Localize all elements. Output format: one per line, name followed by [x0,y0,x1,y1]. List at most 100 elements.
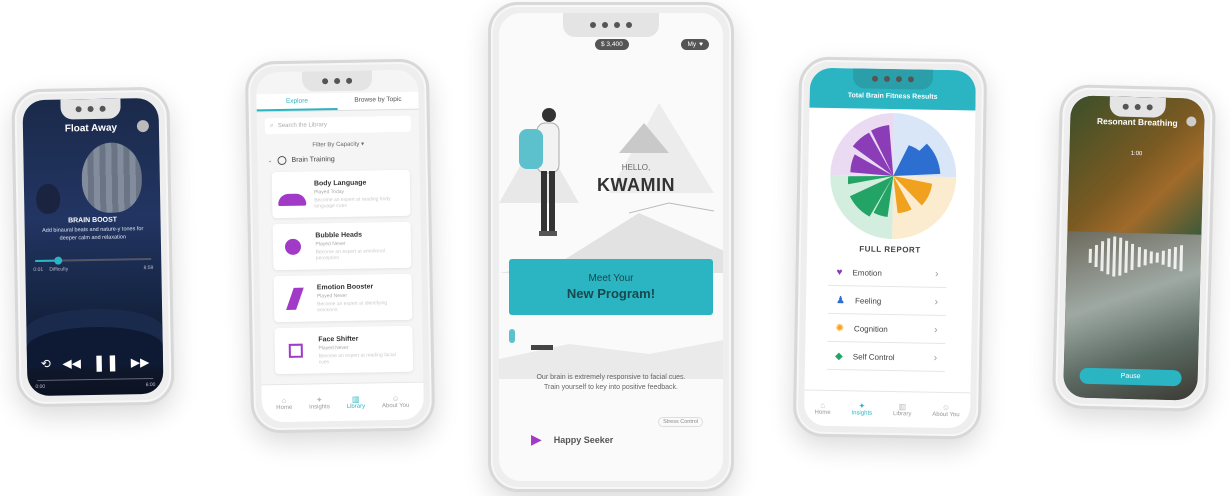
emotion-booster-icon [285,287,304,310]
difficulty-label: Difficulty [49,266,69,273]
program-description: Our brain is extremely responsive to fac… [536,374,686,391]
play-icon[interactable]: ▶ [531,431,542,448]
home-icon: ⌂ [820,400,826,410]
pause-icon[interactable]: ❚❚ [92,353,119,373]
phone-library: Explore Browse by Topic ⌕ Search the Lib… [244,58,436,434]
breath-bar [1106,238,1111,275]
phone-home: $ 3,400 My ♥ HELLO, KWAMIN Meet Your New … [488,2,734,492]
brain-fitness-chart [830,113,957,240]
feeling-icon: ♟ [835,295,846,307]
nav-label: Home [814,409,831,416]
progress-knob[interactable] [54,256,63,265]
item-desc: Become an expert at reading facial cues [318,351,396,365]
cta-line1: Meet Your [588,273,634,284]
headline: BRAIN BOOST [67,216,118,225]
phone-results: Total Brain Fitness Results FULL REPORT … [792,56,988,440]
breath-bar [1179,245,1184,272]
item-desc: Become an expert at reading body languag… [314,195,391,209]
balance-badge[interactable]: $ 3,400 [595,39,629,50]
row-label: Cognition [853,324,888,334]
progress-track[interactable] [35,256,152,265]
search-placeholder: Search the Library [277,122,327,130]
search-icon: ⌕ [269,122,274,130]
pause-button[interactable]: Pause [1079,367,1182,387]
phone-notch [852,68,934,90]
nav-label: Home [276,404,293,412]
nav-about-you[interactable]: ☺ About You [932,403,960,418]
face-shifter-icon [288,343,303,358]
insights-icon: ✦ [858,401,866,411]
body-language-icon [278,193,307,207]
nav-library[interactable]: ▥ Library [893,402,912,417]
item-title: Bubble Heads [315,231,363,239]
new-program-card[interactable]: Meet Your New Program! [509,259,713,315]
breathing-wave [1088,236,1184,278]
home-icon: ⌂ [281,395,287,406]
library-icon: ▥ [351,394,360,404]
chevron-right-icon: › [935,268,939,280]
nav-library[interactable]: ▥ Library [346,394,366,410]
breath-bar [1130,243,1135,271]
list-item[interactable]: Bubble Heads Played Never Become an expert… [272,221,412,271]
nav-label: Library [892,411,912,418]
time-end: 8:59 [143,264,154,272]
breath-bar [1167,248,1171,267]
repeat-icon[interactable]: ⟲ [41,357,51,371]
home-screen: $ 3,400 My ♥ HELLO, KWAMIN Meet Your New … [499,13,723,481]
item-desc: Become an expert at emotional perception [315,247,385,261]
item-title: Body Language [313,179,367,187]
breathing-screen: Resonant Breathing 1:00 Pause [1063,95,1205,401]
bottom-progress[interactable] [37,377,154,381]
tab-browse-by-topic[interactable]: Browse by Topic [337,92,418,110]
filter-dropdown[interactable]: Filter By Capacity ▾ [257,140,419,150]
breath-bar [1100,241,1105,272]
row-label: Feeling [854,296,882,306]
library-icon: ▥ [898,402,907,412]
report-row-cognition[interactable]: ✺ Cognition › [827,315,946,344]
row-label: Self Control [852,352,895,363]
nav-label: Insights [309,404,330,411]
search-input[interactable]: ⌕ Search the Library [264,115,412,135]
nav-insights[interactable]: ✦ Insights [851,401,872,416]
report-row-self-control[interactable]: ◆ Self Control › [826,343,946,372]
chevron-right-icon: › [933,352,938,364]
breath-bar [1137,247,1141,268]
subtitle: Add binaural beats and nature-y tones fo… [42,226,144,242]
item-desc: Become an expert at identifying emotions [317,299,388,313]
cognition-icon: ✺ [835,323,845,335]
list-item[interactable]: Emotion Booster Played Never Become an exp… [273,273,413,323]
emotion-icon: ♥ [836,267,843,279]
phone-notch [1109,96,1166,118]
nav-label: Library [346,403,366,410]
report-row-feeling[interactable]: ♟ Feeling › [827,287,947,316]
breath-bar [1161,250,1165,265]
list-item[interactable]: Body Language Played Today Become an exper… [271,169,411,219]
item-title: Emotion Booster [316,282,374,291]
program-title: Happy Seeker [553,434,614,445]
nav-insights[interactable]: ✦ Insights [309,395,330,410]
brain-icon [277,155,287,166]
program-play-row[interactable]: ▶ Happy Seeker [531,431,613,448]
breath-bar [1094,244,1099,268]
chevron-down-icon[interactable]: ⌄ [267,157,272,164]
my-badge[interactable]: My ♥ [681,39,709,50]
item-meta: Played Today [314,188,345,195]
nav-home[interactable]: ⌂ Home [814,401,830,416]
forward-icon[interactable]: ▶▶ [131,355,150,369]
breath-bar [1112,236,1117,277]
phone-notch [60,98,121,120]
item-meta: Played Never [318,344,349,351]
nav-about-you[interactable]: ☺ About You [382,394,409,409]
rewind-icon[interactable]: ◀◀ [62,356,81,370]
float-away-screen: Float Away BRAIN BOOST Add binaural beat… [22,97,164,397]
nav-home[interactable]: ⌂ Home [276,396,292,411]
item-meta: Played Never [316,292,348,299]
breath-bar [1088,248,1092,263]
chevron-right-icon: › [934,296,939,308]
chevron-right-icon: › [934,324,938,336]
list-item[interactable]: Face Shifter Played Never Become an expert… [274,325,414,375]
report-row-emotion[interactable]: ♥ Emotion › [828,259,947,288]
tab-explore[interactable]: Explore [256,93,338,112]
item-meta: Played Never [315,240,346,247]
small-balloon-image [35,183,61,214]
